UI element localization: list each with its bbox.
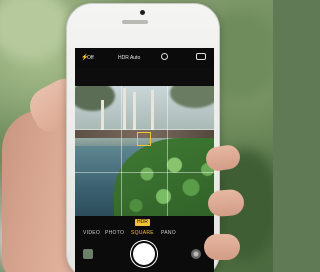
- hdr-badge: HDR: [135, 219, 150, 226]
- flash-label[interactable]: Off: [87, 55, 94, 61]
- camera-top-bar: ⚡ Off HDR Auto: [75, 48, 214, 68]
- viewfinder-trunk: [123, 88, 126, 130]
- filters-icon[interactable]: [191, 249, 201, 259]
- mode-square[interactable]: SQUARE: [131, 230, 154, 236]
- grid-line: [121, 86, 122, 216]
- camera-bottom-bar: HDR VIDEO PHOTO SQUARE PANO: [75, 216, 214, 272]
- shutter-button[interactable]: [133, 243, 155, 265]
- earpiece: [122, 20, 148, 24]
- focus-box: [137, 132, 151, 146]
- hdr-toggle[interactable]: HDR Auto: [118, 55, 140, 61]
- viewfinder-trunk: [101, 100, 104, 130]
- grid-line: [75, 172, 214, 173]
- hand-finger: [204, 234, 240, 260]
- viewfinder-tree: [75, 86, 115, 111]
- timer-icon[interactable]: [161, 53, 168, 60]
- mode-photo[interactable]: PHOTO: [105, 230, 124, 236]
- mode-video[interactable]: VIDEO: [83, 230, 100, 236]
- mode-pano[interactable]: PANO: [161, 230, 176, 236]
- background-foliage: [0, 0, 70, 60]
- switch-camera-icon[interactable]: [196, 53, 206, 60]
- viewfinder-tree: [170, 86, 214, 108]
- camera-viewfinder[interactable]: [75, 86, 214, 216]
- viewfinder-trunk: [133, 92, 136, 130]
- viewfinder-trunk: [151, 90, 154, 130]
- front-camera: [140, 10, 145, 15]
- grid-line: [75, 129, 214, 130]
- grid-line: [167, 86, 168, 216]
- camera-screen: ⚡ Off HDR Auto HDR VIDEO PHOTO SQUARE PA…: [75, 48, 214, 272]
- last-photo-thumbnail[interactable]: [83, 249, 93, 259]
- photo-scene: ⚡ Off HDR Auto HDR VIDEO PHOTO SQUARE PA…: [0, 0, 273, 272]
